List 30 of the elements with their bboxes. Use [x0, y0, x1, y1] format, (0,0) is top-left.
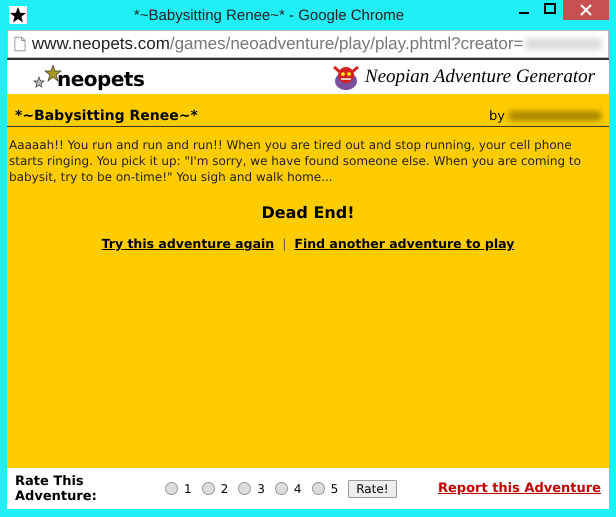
radio-label: 2: [220, 482, 228, 496]
report-link[interactable]: Report this Adventure: [438, 481, 601, 496]
radio-button[interactable]: [238, 482, 252, 495]
adventure-link[interactable]: Try this adventure again: [102, 236, 274, 251]
url-path: /games/neoadventure/play/play.phtml?creator=: [170, 34, 524, 54]
rate-button[interactable]: Rate!: [348, 480, 397, 498]
radio-label: 4: [294, 482, 302, 496]
story-text: Aaaaah!! You run and run and run!! When you are tired out and stop running, your cell phone starts ringing. You pick it up: "I'm sorry, we have found someone else. When you are coming to babysit, try to be on-time!" You sigh and walk home...: [9, 137, 582, 185]
banner-title: Neopian Adventure Generator: [364, 66, 595, 88]
radio-button[interactable]: [312, 482, 325, 495]
url-host: www.neopets.com: [32, 34, 170, 54]
adventure-title: *~Babysitting Renee~*: [15, 108, 198, 124]
by-label: by: [489, 108, 505, 124]
radio-label: 1: [184, 482, 192, 496]
star-icon: [9, 6, 27, 24]
radio-label: 3: [257, 482, 265, 496]
radio-label: 5: [330, 482, 338, 496]
address-bar[interactable]: www.neopets.com/games/neoadventure/play/play.phtml?creator=: [7, 30, 609, 58]
window-title: *~Babysitting Renee~* - Google Chrome: [132, 6, 406, 24]
result-heading: Dead End!: [260, 203, 356, 222]
page-icon: [14, 35, 26, 53]
close-icon[interactable]: [563, 0, 609, 20]
radio-button[interactable]: [202, 482, 215, 495]
adventure-link[interactable]: Find another adventure to play: [294, 236, 514, 251]
radio-button[interactable]: [165, 482, 178, 495]
logo-text: neopets: [57, 69, 144, 89]
rate-label: Rate This Adventure:: [15, 474, 98, 504]
radio-button[interactable]: [274, 482, 288, 495]
monster-icon: [330, 63, 361, 91]
separator: |: [282, 236, 286, 251]
